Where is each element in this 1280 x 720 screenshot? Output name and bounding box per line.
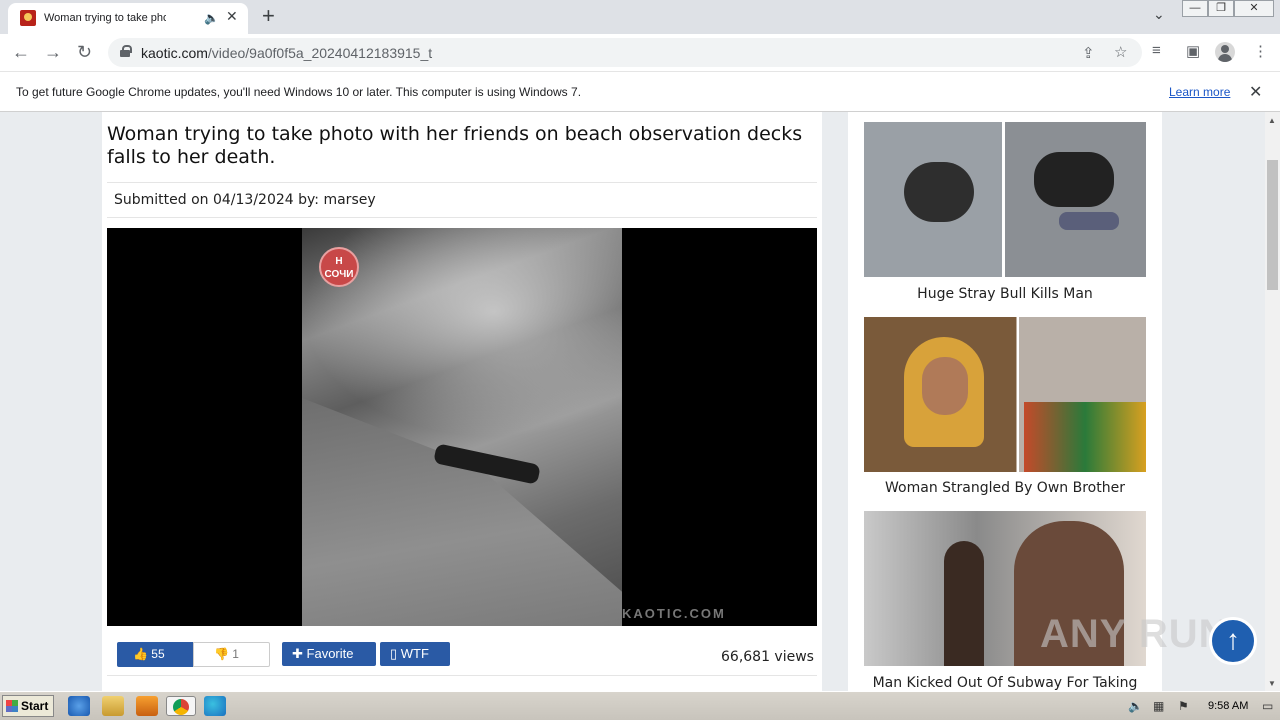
action-bar: 👍 55 👎 1 ✚ Favorite ▯ WTF 66,681 views bbox=[107, 636, 817, 676]
view-count: 66,681 views bbox=[721, 649, 814, 665]
forward-arrow-icon[interactable]: → bbox=[44, 42, 62, 62]
infobar-message: To get future Google Chrome updates, you… bbox=[16, 85, 582, 99]
media-control-icon[interactable]: ≡ bbox=[1152, 42, 1161, 59]
tab-strip: Woman trying to take photo with 🔈 ✕ + ⌄ … bbox=[0, 0, 1280, 34]
favorite-label: Favorite bbox=[306, 646, 354, 661]
related-thumbnail[interactable] bbox=[864, 317, 1146, 472]
scroll-thumb[interactable] bbox=[1267, 160, 1278, 290]
video-player[interactable]: Н СОЧИ KAOTIC.COM bbox=[107, 228, 817, 626]
anyrun-watermark: ANY RUN bbox=[1040, 612, 1229, 656]
site-favicon-icon bbox=[20, 10, 36, 26]
star-icon[interactable]: ☆ bbox=[1114, 43, 1127, 61]
related-caption[interactable]: Huge Stray Bull Kills Man bbox=[864, 286, 1146, 302]
volume-icon[interactable]: 🔈 bbox=[1128, 699, 1143, 713]
reload-icon[interactable]: ↻ bbox=[77, 42, 92, 62]
scroll-to-top-button[interactable]: ↑ bbox=[1209, 617, 1257, 665]
square-icon: ▯ bbox=[390, 646, 398, 661]
thumbnail-figure bbox=[1034, 152, 1114, 207]
channel-logo: Н СОЧИ bbox=[319, 247, 359, 287]
lock-icon[interactable] bbox=[120, 45, 132, 57]
submission-meta: Submitted on 04/13/2024 by: marsey bbox=[107, 182, 817, 218]
network-icon[interactable]: ▦ bbox=[1153, 699, 1164, 713]
chrome-icon bbox=[173, 699, 189, 715]
dislike-button[interactable]: 👎 1 bbox=[193, 642, 270, 667]
back-arrow-icon[interactable]: ← bbox=[12, 42, 30, 62]
chevron-down-icon[interactable]: ⌄ bbox=[1153, 6, 1165, 23]
related-caption[interactable]: Man Kicked Out Of Subway For Taking bbox=[864, 675, 1146, 691]
restore-button[interactable]: ❐ bbox=[1208, 0, 1234, 17]
side-panel-icon[interactable]: ▣ bbox=[1186, 42, 1200, 60]
video-frame: Н СОЧИ bbox=[302, 228, 622, 626]
browser-toolbar: ← → ↻ kaotic.com/video/9a0f0f5a_20240412… bbox=[0, 34, 1280, 71]
url-domain: kaotic.com bbox=[141, 45, 208, 61]
video-watermark: KAOTIC.COM bbox=[622, 606, 726, 621]
like-button[interactable]: 👍 55 bbox=[117, 642, 193, 667]
main-content: Woman trying to take photo with her frie… bbox=[102, 112, 822, 691]
taskbar-clock[interactable]: 9:58 AM bbox=[1208, 700, 1248, 712]
page-viewport: Woman trying to take photo with her frie… bbox=[0, 112, 1265, 691]
flag-icon[interactable]: ⚑ bbox=[1178, 699, 1189, 713]
speaker-icon[interactable]: 🔈 bbox=[204, 11, 219, 25]
article-title: Woman trying to take photo with her frie… bbox=[107, 123, 803, 168]
show-desktop-icon[interactable]: ▭ bbox=[1262, 699, 1273, 713]
wtf-button[interactable]: ▯ WTF bbox=[380, 642, 450, 666]
url-text[interactable]: kaotic.com/video/9a0f0f5a_20240412183915… bbox=[141, 45, 432, 61]
thumbnail-figure bbox=[1024, 402, 1146, 472]
browser-tab[interactable]: Woman trying to take photo with 🔈 ✕ bbox=[8, 3, 248, 34]
thumbnail-figure bbox=[944, 541, 984, 666]
plus-icon: ✚ bbox=[292, 646, 303, 661]
thumbnail-figure bbox=[922, 357, 968, 415]
profile-avatar[interactable] bbox=[1215, 42, 1235, 62]
submitted-label: Submitted on 04/13/2024 by: bbox=[114, 192, 320, 208]
share-icon[interactable]: ⇪ bbox=[1082, 44, 1095, 62]
wtf-label: WTF bbox=[400, 646, 429, 661]
thumbs-up-icon: 👍 bbox=[133, 647, 148, 661]
address-bar[interactable]: kaotic.com/video/9a0f0f5a_20240412183915… bbox=[108, 38, 1142, 67]
media-player-icon[interactable] bbox=[136, 696, 158, 716]
channel-logo-text: СОЧИ bbox=[324, 269, 354, 280]
thumbs-down-icon: 👎 bbox=[214, 647, 229, 661]
infobar-close-icon[interactable]: ✕ bbox=[1249, 82, 1262, 102]
related-thumbnail[interactable] bbox=[864, 122, 1146, 277]
kebab-menu-icon[interactable]: ⋮ bbox=[1253, 42, 1268, 60]
internet-explorer-icon[interactable] bbox=[68, 696, 90, 716]
close-window-button[interactable]: ✕ bbox=[1234, 0, 1274, 17]
dislike-count: 1 bbox=[232, 647, 239, 661]
like-count: 55 bbox=[151, 647, 165, 661]
author-link[interactable]: marsey bbox=[323, 192, 375, 208]
new-tab-button[interactable]: + bbox=[262, 4, 275, 28]
update-infobar: To get future Google Chrome updates, you… bbox=[0, 71, 1280, 112]
tab-close-icon[interactable]: ✕ bbox=[226, 8, 238, 25]
related-caption[interactable]: Woman Strangled By Own Brother bbox=[864, 480, 1146, 496]
start-button[interactable]: Start bbox=[2, 695, 54, 717]
scroll-down-arrow-icon[interactable]: ▼ bbox=[1268, 679, 1276, 688]
scroll-up-arrow-icon[interactable]: ▲ bbox=[1268, 116, 1276, 125]
url-path: /video/9a0f0f5a_20240412183915_t bbox=[207, 45, 433, 61]
file-explorer-icon[interactable] bbox=[102, 696, 124, 716]
favorite-button[interactable]: ✚ Favorite bbox=[282, 642, 376, 666]
chrome-taskbar-button[interactable] bbox=[166, 696, 196, 716]
windows-taskbar: Start 🔈 ▦ ⚑ 9:58 AM ▭ bbox=[0, 691, 1280, 720]
thumbnail-figure bbox=[904, 162, 974, 222]
learn-more-link[interactable]: Learn more bbox=[1169, 85, 1230, 99]
related-sidebar: Huge Stray Bull Kills Man Woman Strangle… bbox=[848, 112, 1162, 691]
edge-icon[interactable] bbox=[204, 696, 226, 716]
tab-title: Woman trying to take photo with bbox=[44, 12, 166, 24]
minimize-button[interactable]: — bbox=[1182, 0, 1208, 17]
thumbnail-figure bbox=[1059, 212, 1119, 230]
submitted-line: Submitted on 04/13/2024 by: marsey bbox=[114, 192, 376, 208]
